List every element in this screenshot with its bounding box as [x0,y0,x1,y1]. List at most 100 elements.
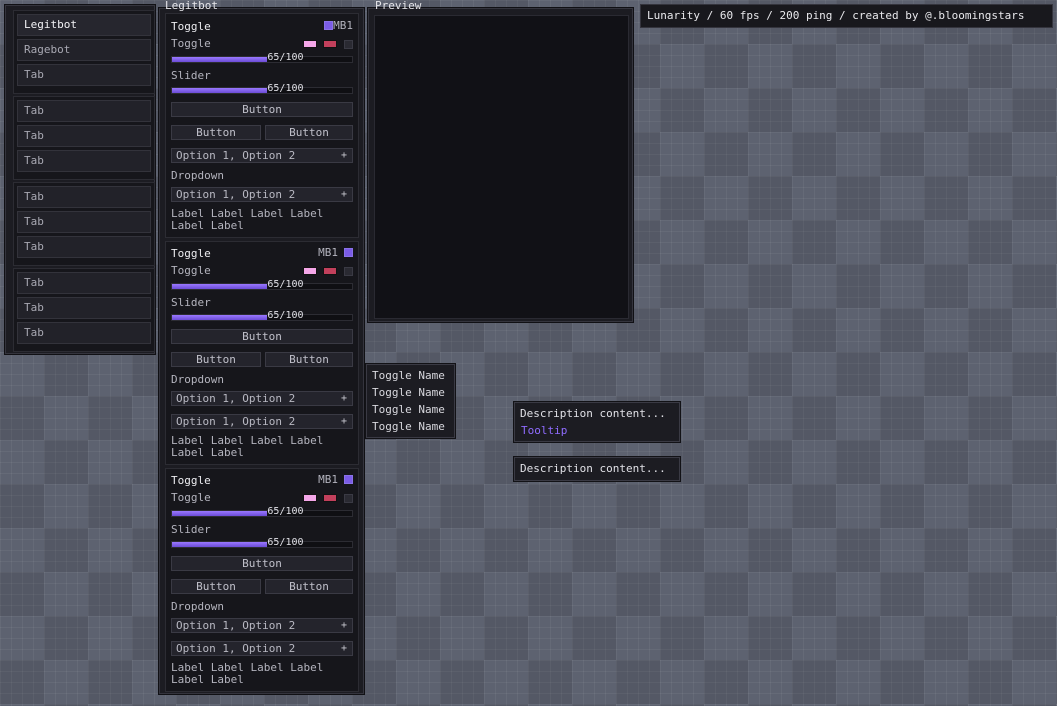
toggle-name-item[interactable]: Toggle Name [367,401,454,418]
tooltip-description-only: Description content... [514,457,680,481]
left-button[interactable]: Button [171,352,261,367]
slider-fill [172,542,268,547]
dropdown-value: Option 1, Option 2 [176,415,296,428]
toggle-name-item[interactable]: Toggle Name [367,418,454,435]
multiselect-dropdown[interactable]: Option 1, Option 2 + [171,641,353,656]
toggle-checkbox[interactable] [344,494,353,503]
plus-icon: + [340,416,347,427]
tab-item[interactable]: Tab [17,64,151,86]
wide-button[interactable]: Button [171,556,353,571]
keybind-label[interactable]: MB1 [318,247,338,259]
slider-label: Slider [171,523,211,536]
tab-item[interactable]: Tab [17,297,151,319]
tab-item[interactable]: Tab [17,150,151,172]
tab-legitbot[interactable]: Legitbot [17,14,151,36]
label-text: Label Label Label Label Label Label [171,434,324,459]
slider-value: 65/100 [267,83,304,94]
legitbot-window: Legitbot Toggle MB1 Toggle 65/100 Slider [159,0,364,694]
tab-group-4: Tab Tab Tab [13,268,155,352]
preview-canvas [374,15,629,319]
tab-item[interactable]: Tab [17,272,151,294]
toggle-label: Toggle [171,37,211,50]
section-header-toggle: Toggle [171,247,211,260]
tab-item[interactable]: Tab [17,322,151,344]
plus-icon: + [340,150,347,161]
dropdown-label: Dropdown [171,169,224,182]
tooltip-title: Tooltip [521,424,568,437]
left-button[interactable]: Button [171,579,261,594]
slider-value: 65/100 [267,506,304,517]
window-title: Legitbot [165,0,218,12]
dropdown-value: Option 1, Option 2 [176,188,296,201]
tab-item[interactable]: Tab [17,186,151,208]
slider-track[interactable]: 65/100 [171,537,353,548]
dropdown-value: Option 1, Option 2 [176,642,296,655]
dropdown-value: Option 1, Option 2 [176,619,296,632]
right-button[interactable]: Button [265,352,353,367]
toggle-name-item[interactable]: Toggle Name [367,367,454,384]
tab-item[interactable]: Tab [17,125,151,147]
settings-section-1: Toggle MB1 Toggle 65/100 Slider 65/100 B… [165,13,359,238]
slider-fill [172,284,268,289]
multiselect-dropdown[interactable]: Option 1, Option 2 + [171,148,353,163]
toggle-checkbox[interactable] [344,267,353,276]
label-text: Label Label Label Label Label Label [171,207,324,232]
slider-value: 65/100 [267,52,304,63]
color-swatch-pink[interactable] [303,494,317,502]
dropdown[interactable]: Option 1, Option 2 + [171,391,353,406]
tab-item[interactable]: Tab [17,236,151,258]
tab-item[interactable]: Tab [17,211,151,233]
plus-icon: + [340,620,347,631]
slider-value: 65/100 [267,537,304,548]
tab-item[interactable]: Tab [17,100,151,122]
right-button[interactable]: Button [265,125,353,140]
toggle-checkbox[interactable] [344,40,353,49]
preview-window: Preview [368,0,633,322]
slider-label: Slider [171,296,211,309]
section-header-toggle: Toggle [171,20,211,33]
color-swatch-red[interactable] [323,267,337,275]
header-checkbox[interactable] [344,475,353,484]
left-button[interactable]: Button [171,125,261,140]
slider-fill [172,511,268,516]
slider-label: Slider [171,69,211,82]
color-swatch-pink[interactable] [303,267,317,275]
slider-track[interactable]: 65/100 [171,83,353,94]
right-button[interactable]: Button [265,579,353,594]
slider-fill [172,57,268,62]
wide-button[interactable]: Button [171,329,353,344]
slider-track[interactable]: 65/100 [171,279,353,290]
section-header-toggle: Toggle [171,474,211,487]
keybind-label[interactable]: MB1 [333,20,353,32]
plus-icon: + [340,643,347,654]
toggle-name-item[interactable]: Toggle Name [367,384,454,401]
dropdown-value: Option 1, Option 2 [176,392,296,405]
slider-track[interactable]: 65/100 [171,310,353,321]
keybind-label[interactable]: MB1 [318,474,338,486]
tab-group-1: Legitbot Ragebot Tab [13,10,155,94]
tooltip-with-title: Description content... Tooltip [514,402,680,442]
label-text: Label Label Label Label Label Label [171,661,324,686]
tooltip-description: Description content... [520,407,666,420]
multiselect-dropdown[interactable]: Option 1, Option 2 + [171,414,353,429]
slider-value: 65/100 [267,279,304,290]
toggle-label: Toggle [171,491,211,504]
slider-track[interactable]: 65/100 [171,506,353,517]
slider-fill [172,315,268,320]
watermark-bar: Lunarity / 60 fps / 200 ping / created b… [640,4,1053,28]
slider-track[interactable]: 65/100 [171,52,353,63]
dropdown-label: Dropdown [171,600,224,613]
color-swatch-pink[interactable] [303,40,317,48]
header-checkbox[interactable] [344,248,353,257]
tab-group-2: Tab Tab Tab [13,96,155,180]
preview-title: Preview [375,0,422,12]
tab-ragebot[interactable]: Ragebot [17,39,151,61]
color-swatch-red[interactable] [323,40,337,48]
watermark-text: Lunarity / 60 fps / 200 ping / created b… [647,9,1025,22]
dropdown[interactable]: Option 1, Option 2 + [171,187,353,202]
color-swatch-red[interactable] [323,494,337,502]
dropdown[interactable]: Option 1, Option 2 + [171,618,353,633]
toggle-name-list: Toggle Name Toggle Name Toggle Name Togg… [366,364,455,438]
wide-button[interactable]: Button [171,102,353,117]
header-checkbox[interactable] [324,21,333,30]
